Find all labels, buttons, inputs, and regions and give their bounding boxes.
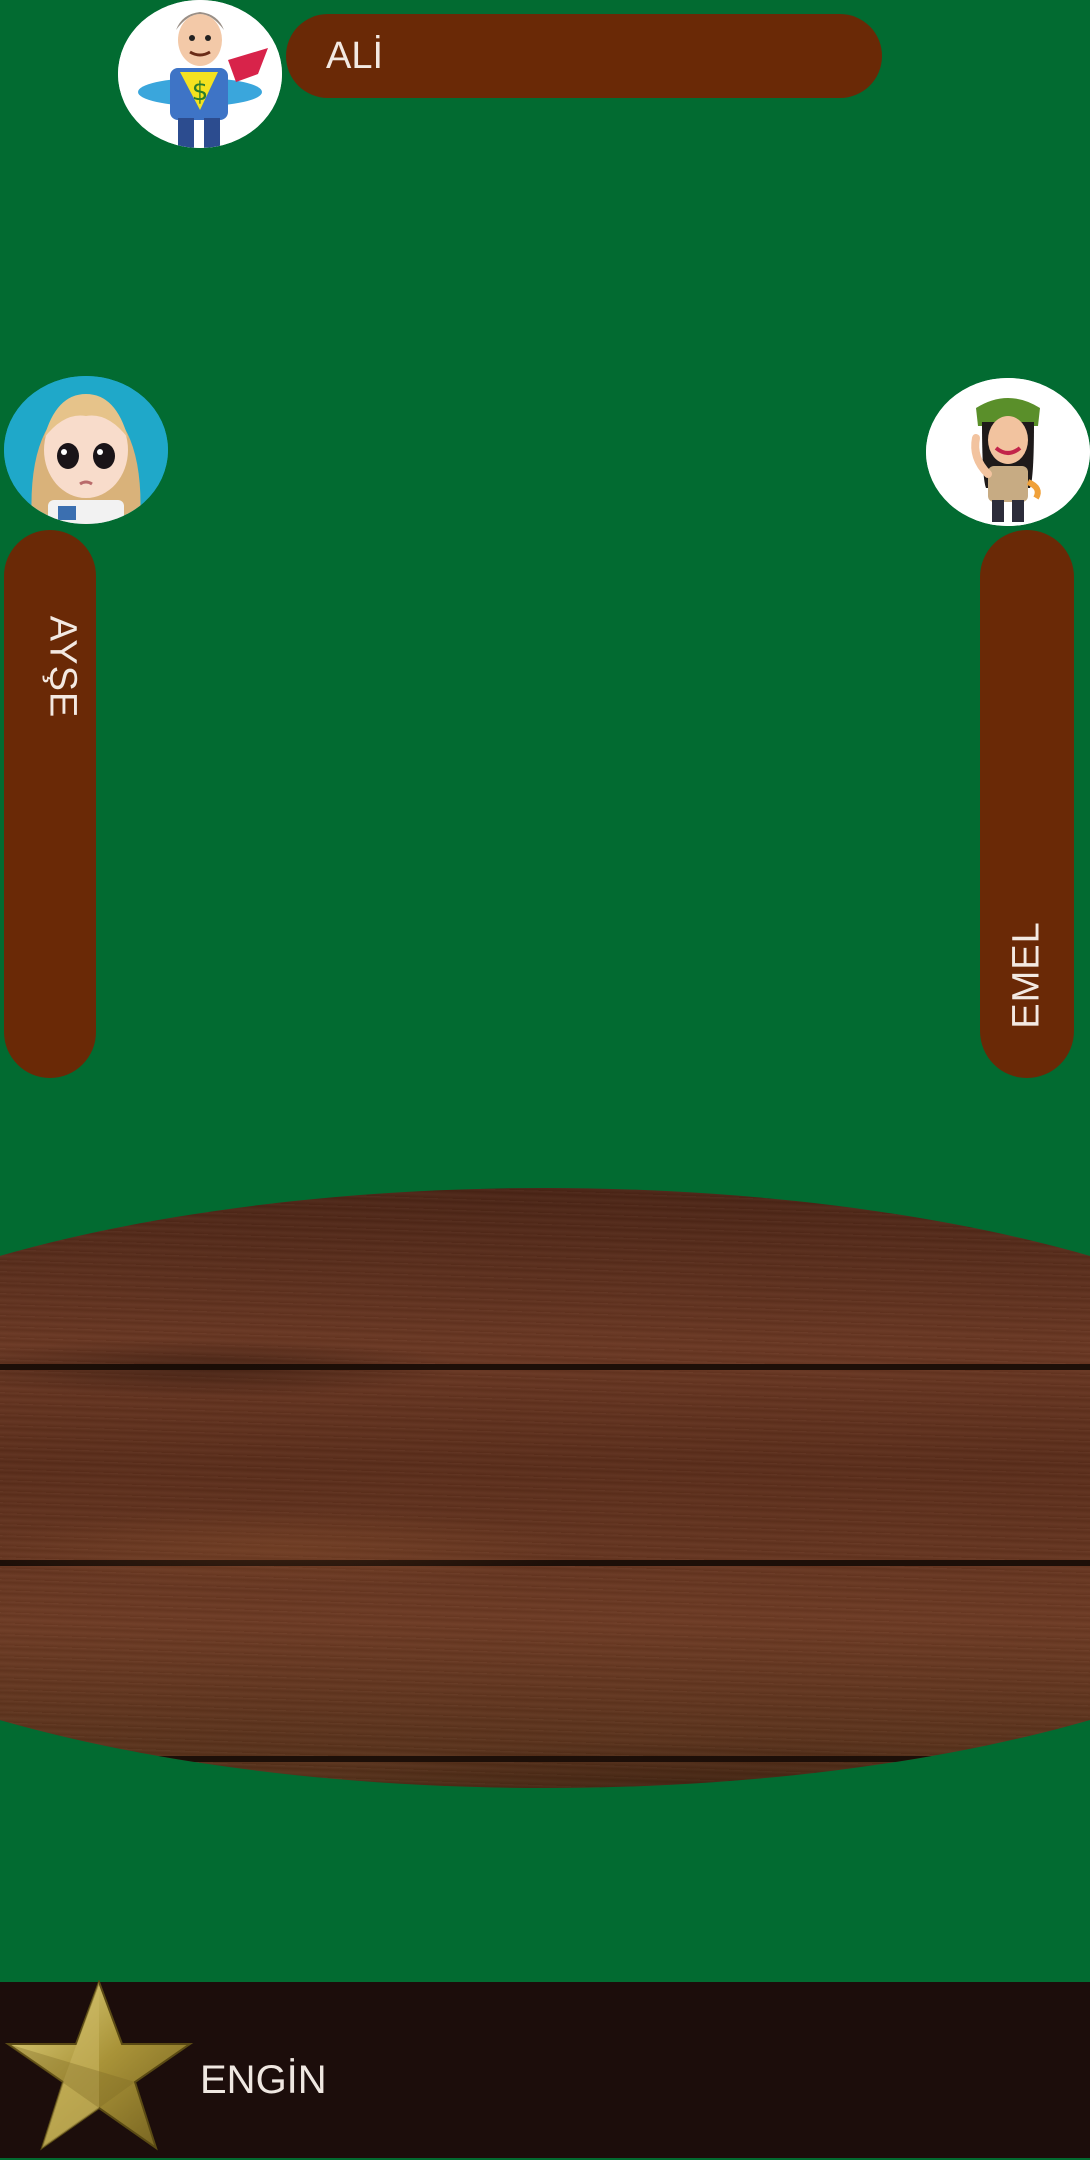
waving-woman-icon (926, 378, 1090, 526)
blonde-girl-icon (4, 376, 168, 524)
player-left-name: AYŞE (41, 615, 84, 719)
player-bottom-name: ENGİN (200, 2058, 327, 2102)
player-right-name: EMEL (1005, 921, 1048, 1029)
svg-text:$: $ (192, 77, 209, 107)
player-top-name-bar: ALİ (286, 14, 882, 98)
player-top-avatar[interactable]: $ (118, 0, 282, 148)
player-left-name-bar (4, 530, 96, 1078)
gold-star-icon (4, 1980, 194, 2151)
game-table-felt (0, 0, 1090, 2160)
businessman-superhero-icon: $ (118, 0, 282, 148)
player-top-name: ALİ (326, 34, 384, 77)
player-left-avatar[interactable] (4, 376, 168, 524)
player-right-avatar[interactable] (926, 378, 1090, 526)
